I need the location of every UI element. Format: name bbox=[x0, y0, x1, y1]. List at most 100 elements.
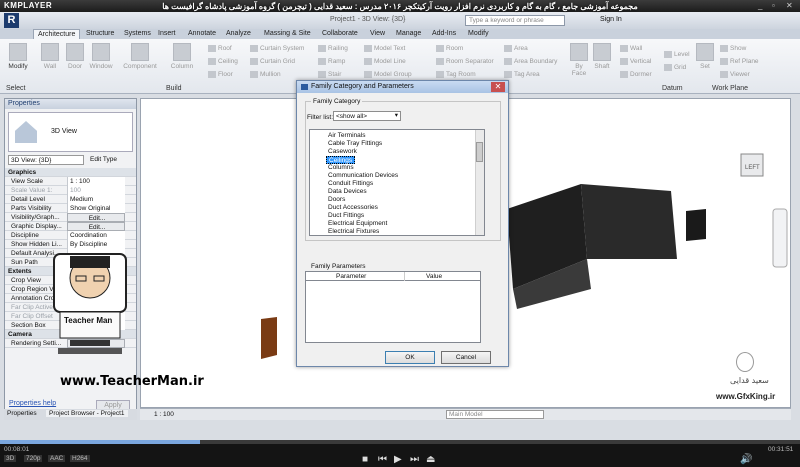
curtain-system-button[interactable]: Curtain System bbox=[250, 45, 304, 52]
wall-button[interactable]: Wall bbox=[40, 43, 60, 70]
wall-segment[interactable] bbox=[581, 184, 677, 259]
category-list[interactable]: Air Terminals Cable Tray Fittings Casework… bbox=[309, 129, 485, 236]
property-value[interactable]: 1 : 100 bbox=[67, 177, 125, 186]
play-icon[interactable]: ▶ bbox=[394, 454, 402, 465]
revit-logo-icon[interactable]: R bbox=[4, 13, 19, 28]
category-item[interactable]: Ceilings bbox=[326, 156, 356, 164]
viewer-button[interactable]: Viewer bbox=[720, 71, 750, 78]
tab-collaborate[interactable]: Collaborate bbox=[322, 29, 358, 39]
view-scale[interactable]: 1 : 100 bbox=[154, 411, 174, 418]
category-item[interactable]: Air Terminals bbox=[328, 132, 365, 140]
select-panel-label[interactable]: Select bbox=[6, 85, 25, 92]
stair-button[interactable]: Stair bbox=[318, 71, 341, 78]
property-edit-button[interactable]: Edit... bbox=[67, 213, 125, 222]
ref-plane-button[interactable]: Ref Plane bbox=[720, 58, 759, 65]
column-button[interactable]: Column bbox=[166, 43, 198, 70]
ramp-button[interactable]: Ramp bbox=[318, 58, 345, 65]
room-separator-button[interactable]: Room Separator bbox=[436, 58, 494, 65]
shaft-button[interactable]: Shaft bbox=[592, 43, 612, 70]
badge-3d[interactable]: 3D bbox=[4, 455, 17, 462]
category-item[interactable]: Casework bbox=[328, 148, 357, 156]
wall-end[interactable] bbox=[686, 209, 706, 241]
window-button[interactable]: Window bbox=[88, 43, 114, 70]
tab-annotate[interactable]: Annotate bbox=[188, 29, 216, 39]
category-item[interactable]: Conduit Fittings bbox=[328, 180, 373, 188]
tab-structure[interactable]: Structure bbox=[86, 29, 114, 39]
railing-button[interactable]: Railing bbox=[318, 45, 348, 52]
cancel-button[interactable]: Cancel bbox=[441, 351, 491, 364]
show-button[interactable]: Show bbox=[720, 45, 746, 52]
main-model-selector[interactable]: Main Model bbox=[446, 410, 544, 419]
category-item[interactable]: Communication Devices bbox=[328, 172, 398, 180]
ok-button[interactable]: OK bbox=[385, 351, 435, 364]
category-item[interactable]: Columns bbox=[328, 164, 354, 172]
edit-type-button[interactable]: Edit Type bbox=[90, 156, 117, 163]
by-face-button[interactable]: By Face bbox=[568, 43, 590, 77]
category-scrollbar[interactable] bbox=[475, 130, 484, 235]
category-item[interactable]: Data Devices bbox=[328, 188, 367, 196]
tab-architecture[interactable]: Architecture bbox=[33, 29, 81, 39]
category-item[interactable]: Cable Tray Fittings bbox=[328, 140, 382, 148]
tab-modify[interactable]: Modify bbox=[468, 29, 489, 39]
navigation-bar[interactable] bbox=[772, 208, 788, 268]
curtain-grid-button[interactable]: Curtain Grid bbox=[250, 58, 295, 65]
set-button[interactable]: Set bbox=[696, 43, 714, 70]
category-item[interactable]: Doors bbox=[328, 196, 345, 204]
tab-manage[interactable]: Manage bbox=[396, 29, 421, 39]
dialog-close-icon[interactable]: ✕ bbox=[491, 82, 505, 92]
tab-massing-site[interactable]: Massing & Site bbox=[264, 29, 311, 39]
mullion-button[interactable]: Mullion bbox=[250, 71, 281, 78]
sign-in-link[interactable]: Sign In bbox=[600, 16, 622, 23]
stop-icon[interactable]: ■ bbox=[362, 454, 368, 465]
property-group-header[interactable]: Graphics bbox=[5, 168, 136, 177]
category-item[interactable]: Electrical Fixtures bbox=[328, 228, 379, 235]
properties-help-link[interactable]: Properties help bbox=[9, 400, 56, 407]
property-value[interactable]: Show Original bbox=[67, 204, 125, 213]
grid-button[interactable]: Grid bbox=[664, 64, 686, 71]
property-value[interactable]: Coordination bbox=[67, 231, 125, 240]
tab-insert[interactable]: Insert bbox=[158, 29, 176, 39]
dormer-button[interactable]: Dormer bbox=[620, 71, 652, 78]
category-item[interactable]: Duct Accessories bbox=[328, 204, 378, 212]
level-button[interactable]: Level bbox=[664, 51, 690, 58]
door-button[interactable]: Door bbox=[64, 43, 86, 70]
category-item[interactable]: Duct Fittings bbox=[328, 212, 364, 220]
type-selector[interactable]: 3D View bbox=[8, 112, 133, 152]
door-element[interactable] bbox=[261, 317, 277, 359]
area-button[interactable]: Area bbox=[504, 45, 528, 52]
tab-properties[interactable]: Properties bbox=[7, 410, 37, 417]
parameter-column-header[interactable]: Parameter bbox=[336, 272, 366, 281]
tab-add-ins[interactable]: Add-Ins bbox=[432, 29, 456, 39]
area-boundary-button[interactable]: Area Boundary bbox=[504, 58, 557, 65]
search-input[interactable]: Type a keyword or phrase bbox=[465, 15, 565, 26]
roof-button[interactable]: Roof bbox=[208, 45, 232, 52]
scrollbar-thumb[interactable] bbox=[476, 142, 483, 162]
model-line-button[interactable]: Model Line bbox=[364, 58, 406, 65]
filter-list-select[interactable]: <show all> bbox=[333, 111, 401, 121]
tab-analyze[interactable]: Analyze bbox=[226, 29, 251, 39]
property-value[interactable]: Medium bbox=[67, 195, 125, 204]
component-button[interactable]: Component bbox=[118, 43, 162, 70]
previous-icon[interactable]: ⏮ bbox=[378, 454, 387, 465]
model-group-button[interactable]: Model Group bbox=[364, 71, 412, 78]
instance-selector[interactable]: 3D View: {3D} bbox=[8, 155, 84, 165]
tag-room-button[interactable]: Tag Room bbox=[436, 71, 476, 78]
tab-project-browser[interactable]: Project Browser - Project1 bbox=[46, 410, 128, 417]
room-button[interactable]: Room bbox=[436, 45, 463, 52]
tab-systems[interactable]: Systems bbox=[124, 29, 151, 39]
value-column-header[interactable]: Value bbox=[426, 272, 442, 281]
modify-button[interactable]: Modify bbox=[6, 43, 30, 70]
ceiling-button[interactable]: Ceiling bbox=[208, 58, 238, 65]
eject-icon[interactable]: ⏏ bbox=[426, 454, 435, 465]
property-value[interactable]: 100 bbox=[67, 186, 125, 195]
tag-area-button[interactable]: Tag Area bbox=[504, 71, 540, 78]
model-text-button[interactable]: Model Text bbox=[364, 45, 405, 52]
volume-icon[interactable]: 🔊 bbox=[740, 454, 752, 465]
next-icon[interactable]: ⏭ bbox=[410, 454, 419, 465]
seek-bar[interactable] bbox=[0, 440, 800, 444]
tab-view[interactable]: View bbox=[370, 29, 385, 39]
vertical-opening-button[interactable]: Vertical bbox=[620, 58, 651, 65]
category-item[interactable]: Electrical Equipment bbox=[328, 220, 387, 228]
property-edit-button[interactable]: Edit... bbox=[67, 222, 125, 231]
floor-button[interactable]: Floor bbox=[208, 71, 233, 78]
